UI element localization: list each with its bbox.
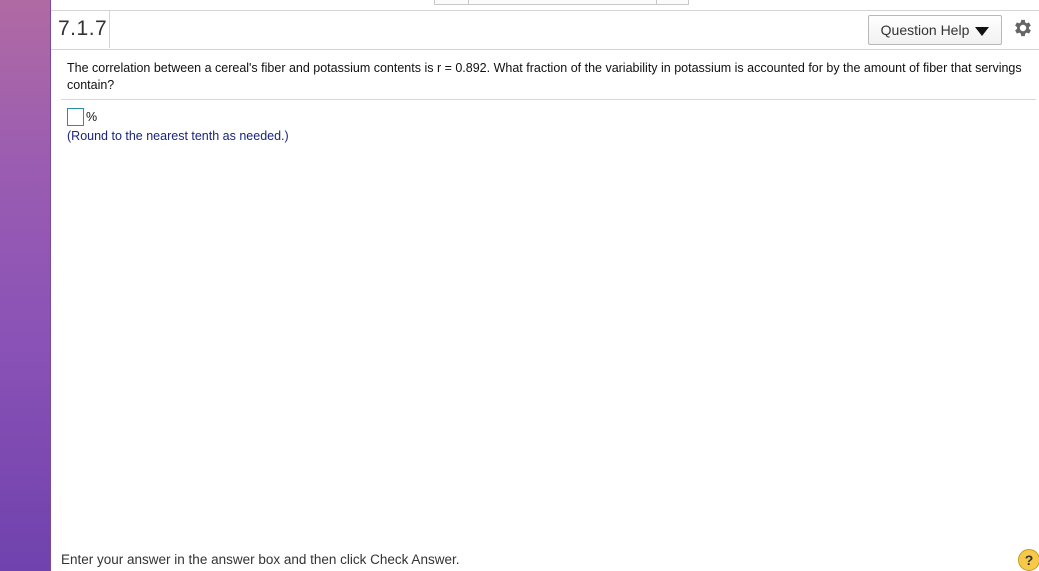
question-number: 7.1.7 <box>58 17 108 40</box>
header-border-bottom <box>51 49 1039 50</box>
question-divider <box>61 99 1036 100</box>
caret-down-icon <box>975 26 990 36</box>
question-text: The correlation between a cereal's fiber… <box>67 61 1022 92</box>
answer-row: % <box>67 108 97 126</box>
question-help-button[interactable]: Question Help <box>868 15 1002 45</box>
nav-divider <box>656 0 657 4</box>
answer-input[interactable] <box>67 108 84 126</box>
help-symbol: ? <box>1024 552 1034 568</box>
footer-instructions: Enter your answer in the answer box and … <box>61 552 460 567</box>
gear-icon[interactable] <box>1012 17 1034 39</box>
rounding-instruction: (Round to the nearest tenth as needed.) <box>67 129 289 143</box>
header-border-top <box>51 10 1039 11</box>
percent-unit: % <box>86 110 98 124</box>
top-nav-stub <box>434 0 689 5</box>
side-gradient-panel <box>0 0 51 571</box>
question-help-label: Question Help <box>880 22 970 38</box>
nav-divider <box>468 0 469 4</box>
help-circle-icon[interactable]: ? <box>1018 549 1039 571</box>
question-number-divider <box>109 11 110 48</box>
